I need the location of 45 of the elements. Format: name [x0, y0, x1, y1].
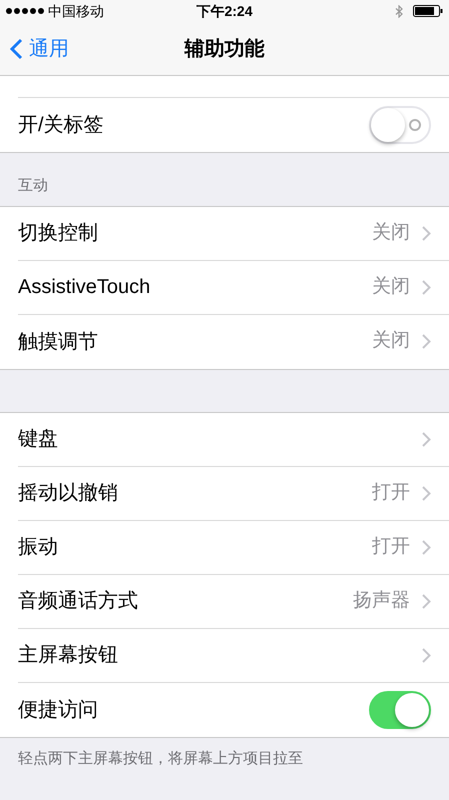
chevron-icon: [422, 280, 431, 294]
row-value: 打开: [372, 480, 410, 505]
settings-row[interactable]: 振动 打开: [0, 520, 449, 574]
chevron-icon: [422, 226, 431, 240]
chevron-icon: [422, 334, 431, 349]
section-header: 互动: [17, 176, 49, 196]
nav-title: 辅助功能: [184, 36, 264, 62]
row-label: 振动: [18, 535, 59, 560]
chevron-icon: [422, 594, 431, 608]
row-value: 关闭: [372, 329, 410, 354]
carrier-label: 中国移动: [48, 2, 104, 20]
chevron-icon: [422, 648, 431, 662]
toggle-switch[interactable]: [369, 690, 431, 728]
row-label: 开/关标签: [18, 113, 105, 138]
row-label: 便捷访问: [18, 698, 99, 722]
row-label: 切换控制: [18, 221, 99, 246]
settings-row[interactable]: AssistiveTouch 关闭: [0, 260, 449, 314]
settings-row[interactable]: 主屏幕按钮: [0, 628, 449, 682]
settings-row[interactable]: 切换控制 关闭: [0, 206, 449, 260]
settings-row[interactable]: 便捷访问: [0, 682, 449, 736]
back-chevron-icon: [10, 38, 23, 60]
row-value: 打开: [372, 534, 410, 559]
settings-row[interactable]: 开/关标签: [0, 98, 449, 152]
chevron-icon: [422, 432, 431, 446]
row-label: 音频通话方式: [18, 589, 139, 614]
clock: 下午2:24: [196, 2, 253, 20]
battery-icon: [413, 5, 443, 17]
row-label: 触摸调节: [18, 330, 99, 354]
signal-icon: [6, 8, 44, 14]
row-value: 扬声器: [353, 588, 410, 613]
row-value: 关闭: [372, 274, 410, 299]
settings-row[interactable]: 摇动以撤销 打开: [0, 466, 449, 520]
row-label: 键盘: [18, 427, 59, 452]
chevron-icon: [422, 486, 431, 500]
row-label: AssistiveTouch: [18, 275, 152, 300]
row-label: 主屏幕按钮: [18, 643, 119, 668]
back-button[interactable]: 通用: [0, 34, 69, 64]
row-value: 关闭: [372, 220, 410, 245]
section-footer: 轻点两下主屏幕按钮，将屏幕上方项目拉至: [0, 738, 449, 770]
row-label: 摇动以撤销: [18, 481, 119, 506]
chevron-icon: [422, 540, 431, 554]
bluetooth-icon: [395, 4, 403, 18]
settings-row[interactable]: 触摸调节 关闭: [0, 314, 449, 368]
settings-row[interactable]: 键盘: [0, 412, 449, 466]
settings-row[interactable]: 音频通话方式 扬声器: [0, 574, 449, 628]
